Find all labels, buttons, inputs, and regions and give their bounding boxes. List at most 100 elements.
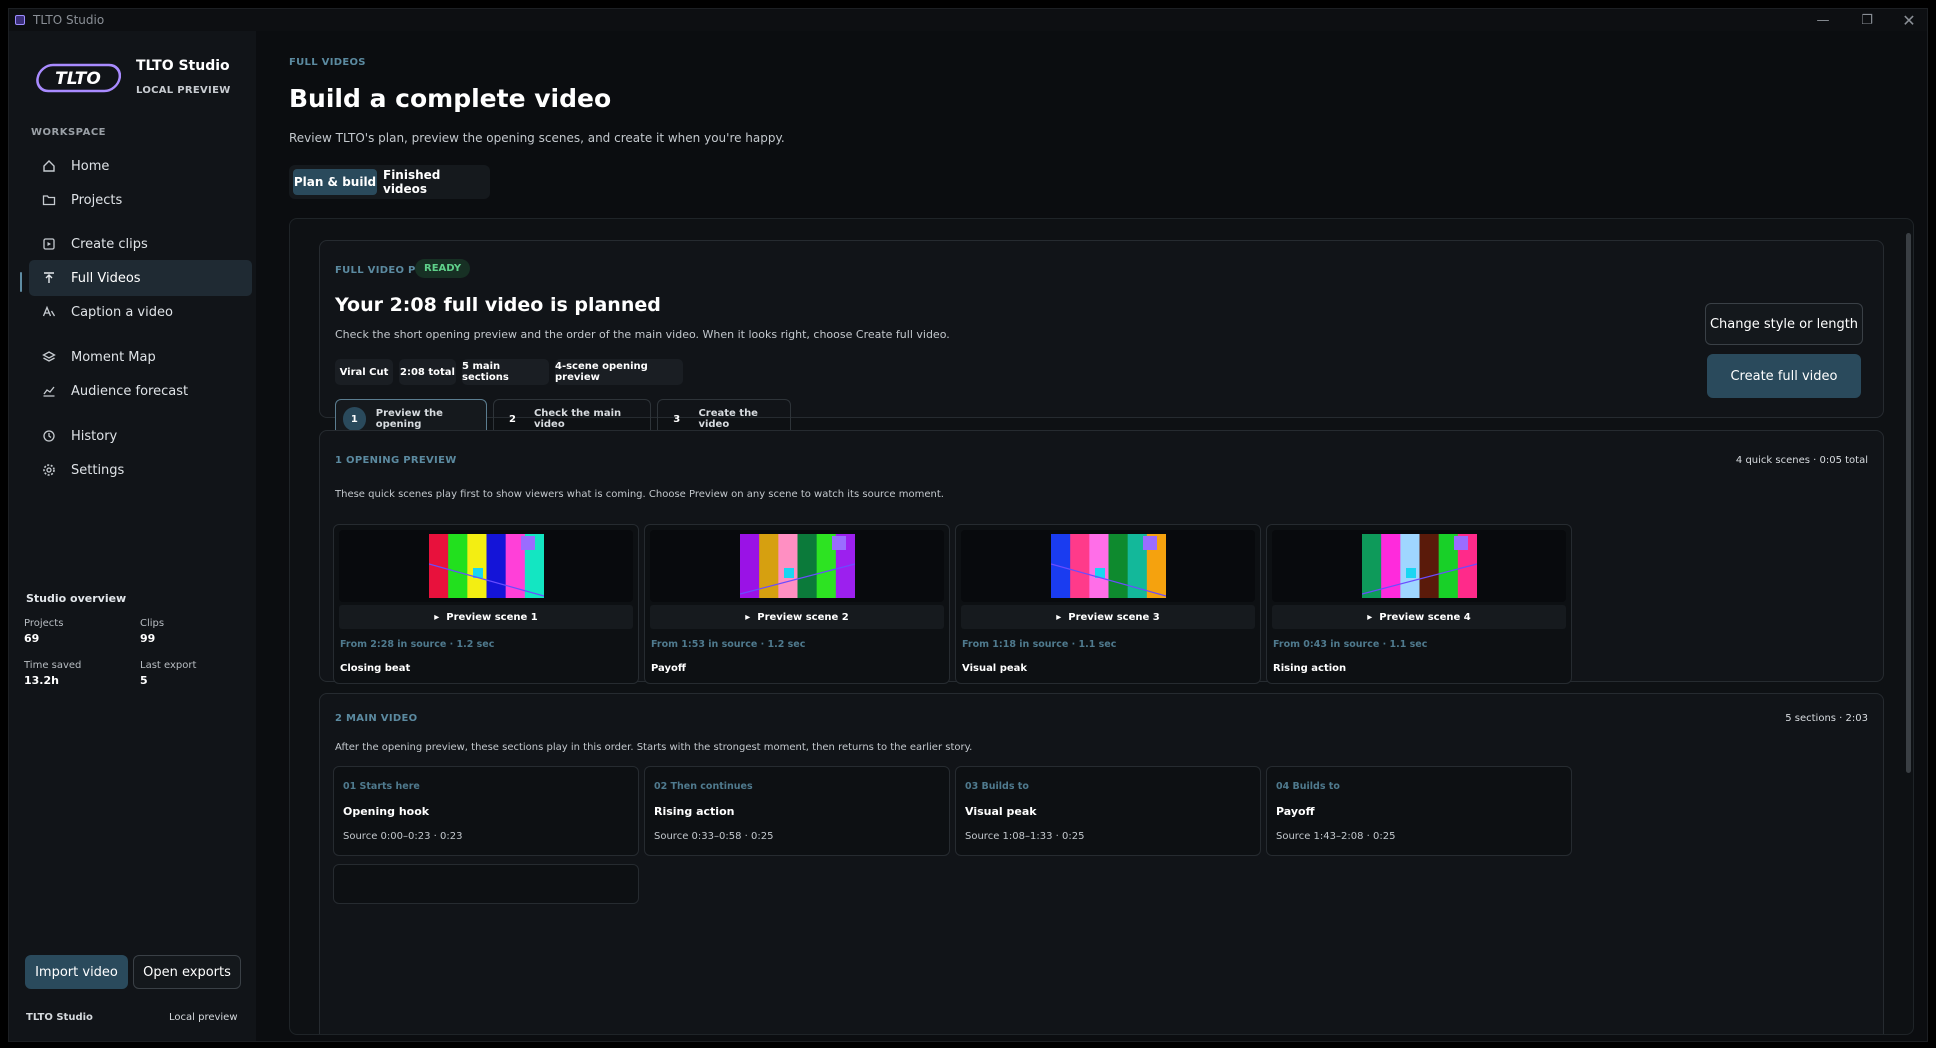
plan-card: FULL VIDEO PLAN READY Your 2:08 full vid…: [319, 240, 1884, 439]
title-bar: TLTO Studio — ❐ ✕: [9, 9, 1927, 31]
tab-plan-build[interactable]: Plan & build: [293, 169, 377, 195]
restore-icon[interactable]: ❐: [1847, 9, 1887, 31]
sidebar-item-label: Full Videos: [71, 270, 141, 286]
app-window: TLTO Studio — ❐ ✕ TLTO TLTO Studio LOCAL…: [8, 8, 1928, 1042]
scene-name: Closing beat: [340, 663, 411, 674]
clips-label: Clips: [140, 618, 165, 629]
color-bars-image: [429, 534, 544, 598]
sidebar-item-label: Create clips: [71, 236, 148, 252]
scene-thumbnail: [650, 530, 944, 602]
sidebar-item-label: History: [71, 428, 118, 444]
section-source: Source 1:43–2:08 · 0:25: [1276, 831, 1396, 842]
section-title: Rising action: [654, 805, 735, 818]
main-video-label: 2 MAIN VIDEO: [335, 713, 418, 724]
color-bar: [740, 534, 760, 598]
last-export-label: Last export: [140, 660, 197, 671]
step-number: 2: [508, 413, 516, 425]
color-bar: [1108, 534, 1129, 598]
preview-label: Preview scene 1: [446, 611, 538, 623]
overlay-square: [832, 536, 846, 550]
scene-name: Rising action: [1273, 663, 1347, 674]
opening-meta: 4 quick scenes · 0:05 total: [1735, 455, 1868, 466]
open-exports-button[interactable]: Open exports: [133, 955, 241, 989]
section-card[interactable]: 02 Then continues Rising action Source 0…: [644, 766, 950, 856]
overlay-square: [784, 568, 794, 578]
scene-name: Visual peak: [962, 663, 1028, 674]
page-subtitle: Review TLTO's plan, preview the opening …: [289, 131, 785, 145]
footer-brand: TLTO Studio: [26, 1012, 93, 1023]
section-kicker: 01 Starts here: [343, 781, 420, 792]
sidebar-item-full-videos[interactable]: Full Videos: [29, 260, 252, 296]
overview-title: Studio overview: [26, 592, 127, 605]
section-title: Visual peak: [965, 805, 1037, 818]
window-title: TLTO Studio: [33, 13, 105, 27]
section-card[interactable]: 01 Starts here Opening hook Source 0:00–…: [333, 766, 639, 856]
active-indicator: [20, 272, 22, 292]
color-bar: [1362, 534, 1382, 598]
scene-source: From 0:43 in source · 1.1 sec: [1273, 639, 1428, 650]
tlto-logo: TLTO: [36, 63, 121, 93]
scene-source: From 1:53 in source · 1.2 sec: [651, 639, 806, 650]
section-kicker: 04 Builds to: [1276, 781, 1340, 792]
plan-heading: Your 2:08 full video is planned: [335, 294, 661, 316]
sidebar-item-history[interactable]: History: [29, 418, 252, 454]
brand-name: TLTO Studio: [136, 58, 230, 74]
layers-icon: [41, 349, 57, 365]
history-icon: [41, 428, 57, 444]
section-card[interactable]: 04 Builds to Payoff Source 1:43–2:08 · 0…: [1266, 766, 1572, 856]
sidebar-item-caption[interactable]: Caption a video: [29, 294, 252, 330]
tab-finished-videos[interactable]: Finished videos: [383, 168, 483, 196]
import-video-button[interactable]: Import video: [25, 955, 128, 989]
chart-icon: [41, 383, 57, 399]
color-bars-image: [740, 534, 855, 598]
preview-scene-button[interactable]: ▸ Preview scene 4: [1272, 605, 1566, 629]
time-saved-value: 13.2h: [24, 674, 59, 687]
gear-icon: [41, 462, 57, 478]
color-bar: [1400, 534, 1420, 598]
sidebar-item-home[interactable]: Home: [29, 148, 252, 184]
caption-icon: [41, 304, 57, 320]
preview-scene-button[interactable]: ▸ Preview scene 3: [961, 605, 1255, 629]
sidebar-item-audience-forecast[interactable]: Audience forecast: [29, 373, 252, 409]
chip-opening: 4-scene opening preview: [555, 359, 683, 385]
preview-scene-button[interactable]: ▸ Preview scene 1: [339, 605, 633, 629]
preview-label: Preview scene 2: [757, 611, 849, 623]
workspace-label: WORKSPACE: [31, 127, 107, 138]
step-number: 3: [673, 413, 681, 425]
tab-bar: Plan & build Finished videos: [289, 165, 490, 199]
preview-scene-button[interactable]: ▸ Preview scene 2: [650, 605, 944, 629]
brand-subtitle: LOCAL PREVIEW: [136, 85, 231, 96]
change-style-button[interactable]: Change style or length: [1705, 303, 1863, 345]
close-icon[interactable]: ✕: [1889, 9, 1927, 31]
sidebar-item-settings[interactable]: Settings: [29, 452, 252, 488]
preview-label: Preview scene 4: [1379, 611, 1471, 623]
step-label: Create the video: [698, 408, 758, 430]
step-label: Preview the opening: [375, 408, 443, 430]
sidebar-item-label: Home: [71, 158, 110, 174]
create-full-video-button[interactable]: Create full video: [1707, 354, 1861, 398]
section-kicker: 03 Builds to: [965, 781, 1029, 792]
section-source: Source 0:00–0:23 · 0:23: [343, 831, 463, 842]
scrollbar[interactable]: [1906, 233, 1911, 773]
scene-thumbnail: [1272, 530, 1566, 602]
color-bar: [1419, 534, 1440, 598]
sidebar-item-label: Projects: [71, 192, 123, 208]
sidebar-item-label: Moment Map: [71, 349, 156, 365]
page-title: Build a complete video: [289, 84, 612, 113]
color-bar: [778, 534, 798, 598]
sidebar-item-create-clips[interactable]: Create clips: [29, 226, 252, 262]
last-export-value: 5: [140, 674, 148, 687]
sidebar-item-moment-map[interactable]: Moment Map: [29, 339, 252, 375]
main-video-card: 2 MAIN VIDEO 5 sections · 2:03 After the…: [319, 693, 1884, 1034]
projects-value: 69: [24, 632, 40, 645]
section-card[interactable]: [333, 864, 639, 904]
main-content: FULL VIDEOS Build a complete video Revie…: [256, 31, 1927, 1041]
color-bar: [467, 534, 487, 598]
main-video-description: After the opening preview, these section…: [335, 742, 973, 753]
clips-value: 99: [140, 632, 156, 645]
clip-icon: [41, 236, 57, 252]
sidebar-item-projects[interactable]: Projects: [29, 182, 252, 218]
scene-thumbnail: [339, 530, 633, 602]
section-card[interactable]: 03 Builds to Visual peak Source 1:08–1:3…: [955, 766, 1261, 856]
minimize-icon[interactable]: —: [1803, 9, 1843, 31]
